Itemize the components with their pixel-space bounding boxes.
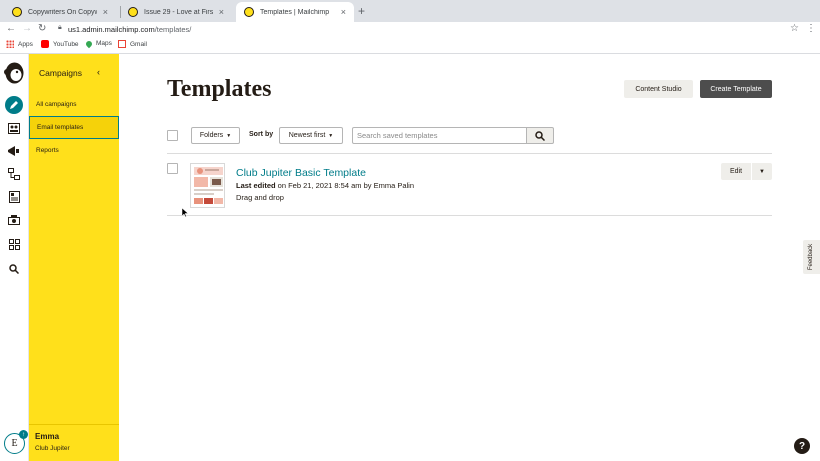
create-template-button[interactable]: Create Template xyxy=(700,80,772,98)
close-tab-icon[interactable]: × xyxy=(219,7,224,17)
user-org: Club Jupiter xyxy=(35,445,70,452)
browser-menu-icon[interactable]: ⋮ xyxy=(806,23,816,34)
template-type: Drag and drop xyxy=(236,193,284,202)
sort-value: Newest first xyxy=(288,132,326,139)
url-host: us1.admin.mailchimp.com xyxy=(68,25,155,34)
mailchimp-favicon-icon xyxy=(12,7,22,17)
folders-dropdown[interactable]: Folders ▼ xyxy=(191,127,240,144)
bookmark-label: Gmail xyxy=(130,40,147,48)
sidebar-item-label: All campaigns xyxy=(36,101,77,108)
content-studio-icon[interactable] xyxy=(5,211,23,229)
browser-tab-2[interactable]: Issue 29 - Love at First Write × xyxy=(120,2,232,22)
bookmark-label: Maps xyxy=(96,40,112,47)
address-bar[interactable]: us1.admin.mailchimp.com/templates/ xyxy=(68,25,191,34)
bookmark-label: YouTube xyxy=(53,40,79,48)
youtube-icon xyxy=(41,40,49,48)
sort-dropdown[interactable]: Newest first ▼ xyxy=(279,127,343,144)
help-button[interactable]: ? xyxy=(794,438,810,454)
chevron-down-icon: ▼ xyxy=(759,168,765,175)
content-studio-button[interactable]: Content Studio xyxy=(624,80,693,98)
automations-icon[interactable] xyxy=(5,165,23,183)
bookmarks-bar: Apps YouTube Maps Gmail xyxy=(0,37,820,54)
help-label: ? xyxy=(798,440,806,452)
search-icon[interactable] xyxy=(5,260,23,278)
url-path: /templates/ xyxy=(154,25,192,34)
gmail-icon xyxy=(118,40,126,48)
mailchimp-logo-icon[interactable] xyxy=(3,60,26,86)
create-pencil-icon[interactable] xyxy=(5,96,23,114)
tab-title: Issue 29 - Love at First Write xyxy=(144,8,213,16)
user-avatar[interactable]: E ↑ xyxy=(4,430,28,454)
campaigns-megaphone-icon[interactable] xyxy=(5,142,23,160)
reload-icon[interactable]: ↻ xyxy=(38,23,46,34)
search-icon xyxy=(535,130,545,141)
edit-template-button[interactable]: Edit xyxy=(721,163,751,180)
account-info[interactable]: Emma Club Jupiter xyxy=(29,424,119,461)
edited-detail: on Feb 21, 2021 8:54 am by Emma Palin xyxy=(275,181,415,190)
bookmark-apps[interactable]: Apps xyxy=(6,40,33,48)
collapse-sidebar-icon[interactable]: ‹ xyxy=(97,67,100,77)
template-actions-dropdown[interactable]: ▼ xyxy=(752,163,772,180)
forward-icon[interactable]: → xyxy=(22,23,32,34)
lock-icon[interactable]: 🔒︎ xyxy=(58,24,62,32)
campaigns-sidebar: Campaigns ‹ All campaigns Email template… xyxy=(29,54,119,461)
template-checkbox[interactable] xyxy=(167,163,178,174)
mouse-cursor-icon xyxy=(182,208,188,217)
sidebar-item-email-templates[interactable]: Email templates xyxy=(29,116,119,139)
tab-title: Templates | Mailchimp xyxy=(260,8,330,16)
bookmark-label: Apps xyxy=(18,40,33,48)
sidebar-item-label: Email templates xyxy=(37,124,84,131)
sort-by-label: Sort by xyxy=(249,131,274,138)
row-divider xyxy=(167,215,772,216)
back-icon[interactable]: ← xyxy=(6,23,16,34)
browser-toolbar: ← → ↻ 🔒︎ us1.admin.mailchimp.com/templat… xyxy=(0,22,820,37)
sidebar-item-label: Reports xyxy=(36,147,59,154)
bookmark-youtube[interactable]: YouTube xyxy=(41,40,79,48)
feedback-tab[interactable]: Feedback xyxy=(803,240,820,274)
mailchimp-favicon-icon xyxy=(128,7,138,17)
template-preview-icon xyxy=(194,167,223,204)
edited-prefix: Last edited xyxy=(236,181,276,190)
mailchimp-favicon-icon xyxy=(244,7,254,17)
avatar-initial: E xyxy=(11,438,18,449)
integrations-grid-icon[interactable] xyxy=(5,235,23,253)
search-button[interactable] xyxy=(526,127,554,144)
page-title: Templates xyxy=(167,76,272,102)
browser-tab-1[interactable]: Copywriters On Copywriting × xyxy=(4,2,116,22)
landing-pages-icon[interactable] xyxy=(5,188,23,206)
template-thumbnail[interactable] xyxy=(190,163,225,208)
tab-title: Copywriters On Copywriting xyxy=(28,8,97,16)
browser-tabstrip: Copywriters On Copywriting × Issue 29 - … xyxy=(0,0,820,22)
maps-pin-icon xyxy=(84,39,94,48)
sidebar-item-all-campaigns[interactable]: All campaigns xyxy=(29,93,119,116)
search-templates-input[interactable] xyxy=(352,127,527,144)
bookmark-maps[interactable]: Maps xyxy=(84,39,112,48)
list-divider xyxy=(167,153,772,154)
new-tab-icon[interactable]: + xyxy=(358,4,365,18)
template-last-edited: Last edited on Feb 21, 2021 8:54 am by E… xyxy=(236,181,414,190)
select-all-checkbox[interactable] xyxy=(167,130,178,141)
sidebar-title: Campaigns xyxy=(39,68,82,78)
audience-icon[interactable] xyxy=(5,119,23,137)
chevron-down-icon: ▼ xyxy=(328,132,334,139)
bookmark-star-icon[interactable]: ☆ xyxy=(790,23,799,34)
chevron-down-icon: ▼ xyxy=(226,132,232,139)
close-tab-icon[interactable]: × xyxy=(341,7,346,17)
folders-label: Folders xyxy=(199,132,224,139)
feedback-label: Feedback xyxy=(808,243,815,271)
bookmark-gmail[interactable]: Gmail xyxy=(118,40,147,48)
sidebar-item-reports[interactable]: Reports xyxy=(29,139,119,162)
user-name: Emma xyxy=(35,432,60,441)
app-icon-rail: E ↑ xyxy=(0,54,29,461)
close-tab-icon[interactable]: × xyxy=(103,7,108,17)
apps-grid-icon xyxy=(6,40,14,48)
template-name-link[interactable]: Club Jupiter Basic Template xyxy=(236,167,366,179)
browser-tab-3-active[interactable]: Templates | Mailchimp × xyxy=(236,2,354,22)
upgrade-arrow-icon: ↑ xyxy=(19,430,28,439)
